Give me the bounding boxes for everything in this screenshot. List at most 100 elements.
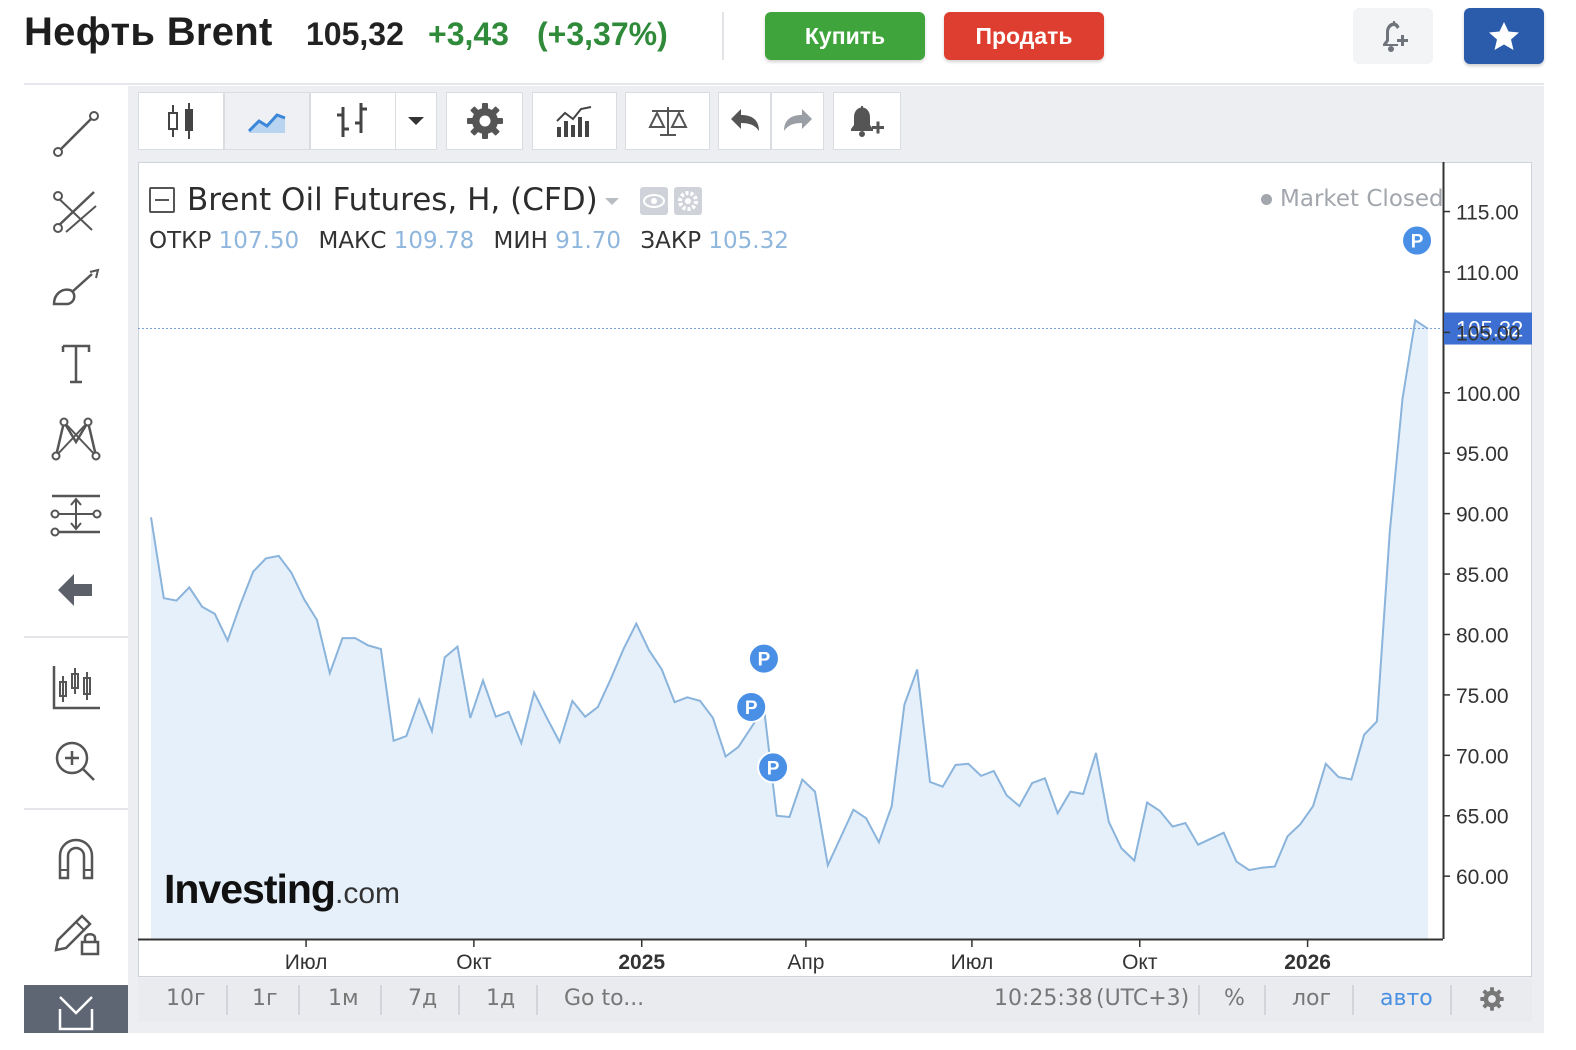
event-marker-label: P (758, 650, 771, 671)
brush-icon (52, 268, 100, 306)
range-1m-button[interactable]: 1м (328, 986, 359, 1011)
lock-drawing-tool[interactable] (46, 904, 106, 964)
compare-button[interactable] (625, 92, 710, 150)
chart-settings-button[interactable] (446, 92, 523, 150)
indicators-tool[interactable] (46, 656, 106, 716)
investing-logo: Investing.com (164, 866, 400, 913)
chart-type-bars-button[interactable] (310, 92, 396, 150)
instrument-header: Нефть Brent 105,32 +3,43 (+3,37%) Купить… (0, 0, 1576, 84)
redo-button[interactable] (771, 92, 824, 150)
bottom-divider (226, 985, 228, 1015)
price-chart[interactable]: 105.32 60.00 65.00 70.00 75.00 80.00 85.00 90.0… (138, 162, 1532, 977)
buy-button[interactable]: Купить (765, 12, 925, 60)
pattern-tool[interactable] (46, 408, 106, 468)
remove-drawings-button[interactable] (46, 560, 106, 620)
log-scale-button[interactable]: лог (1292, 986, 1331, 1011)
header-divider (722, 12, 724, 60)
market-status: Market Closed (1261, 186, 1444, 212)
indicators-icon (555, 106, 591, 137)
timezone-button[interactable]: (UTC+3) (1096, 986, 1189, 1011)
range-1y-button[interactable]: 1г (252, 986, 278, 1011)
last-price: 105,32 (306, 16, 404, 52)
toolbar-dock[interactable] (24, 985, 128, 1033)
y-tick-label: 105.00 (1456, 322, 1520, 345)
close-label: ЗАКР (640, 228, 702, 254)
measure-icon (50, 494, 102, 537)
high-label: МАКС (318, 228, 387, 254)
y-tick-label: 90.00 (1456, 504, 1509, 527)
measure-tool[interactable] (46, 484, 106, 544)
bottom-divider (1198, 985, 1200, 1015)
clock-time: 10:25:38 (994, 986, 1093, 1011)
y-tick-label: 80.00 (1456, 624, 1509, 647)
bottom-divider (1264, 985, 1266, 1015)
brush-tool[interactable] (46, 258, 106, 318)
percent-scale-button[interactable]: % (1224, 986, 1245, 1011)
indicators-button[interactable] (532, 92, 617, 150)
legend-dropdown-icon[interactable] (605, 198, 619, 205)
ohlc-readout: ОТКР 107.50 МАКС 109.78 МИН 91.70 ЗАКР 1… (149, 228, 801, 254)
y-tick-label: 65.00 (1456, 806, 1509, 829)
star-icon (1489, 22, 1519, 50)
bottom-divider (1352, 985, 1354, 1015)
add-alert-button[interactable] (1353, 8, 1433, 64)
settings-icon (466, 103, 503, 139)
price-area-fill (151, 320, 1428, 939)
bottom-settings-button[interactable] (1479, 986, 1505, 1017)
gear-icon (1480, 987, 1504, 1011)
auto-scale-button[interactable]: авто (1380, 986, 1433, 1011)
trend-line-icon (53, 111, 99, 157)
range-7d-button[interactable]: 7д (408, 986, 437, 1011)
dock-icon (58, 996, 94, 1031)
open-label: ОТКР (149, 228, 212, 254)
zoom-in-tool[interactable] (46, 730, 106, 790)
range-1d-button[interactable]: 1д (486, 986, 515, 1011)
y-tick-label: 100.00 (1456, 383, 1520, 406)
bell-plus-icon (1383, 21, 1408, 52)
x-tick-label: Июл (285, 951, 328, 974)
x-tick-label: 2025 (618, 951, 665, 974)
range-10y-button[interactable]: 10г (166, 986, 206, 1011)
y-tick-label: 70.00 (1456, 745, 1509, 768)
lock-drawing-icon (54, 914, 100, 956)
y-tick-label: 60.00 (1456, 866, 1509, 889)
y-tick-label: 110.00 (1456, 262, 1519, 285)
x-tick-label: Июл (951, 951, 994, 974)
chart-type-candles-button[interactable] (138, 92, 224, 150)
event-marker-label: P (1411, 232, 1424, 253)
eye-icon[interactable] (640, 187, 668, 215)
low-value: 91.70 (555, 228, 622, 254)
event-marker-label: P (767, 758, 780, 779)
sell-button[interactable]: Продать (944, 12, 1104, 60)
undo-button[interactable] (718, 92, 771, 150)
x-tick-label: Окт (456, 951, 492, 974)
text-icon (61, 344, 91, 384)
magnet-tool[interactable] (46, 828, 106, 888)
fib-tool[interactable] (46, 182, 106, 242)
redo-icon (783, 109, 812, 131)
y-tick-label: 115.00 (1456, 202, 1519, 225)
header-bottom-border (24, 83, 1544, 85)
go-to-date-button[interactable]: Go to... (564, 986, 644, 1011)
trend-line-tool[interactable] (46, 104, 106, 164)
y-tick-label: 75.00 (1456, 685, 1509, 708)
indicators-icon (52, 666, 100, 710)
status-dot (1261, 194, 1272, 205)
logo-brand: Investing (164, 866, 336, 912)
bottom-divider (458, 985, 460, 1015)
gear-icon[interactable] (674, 187, 702, 215)
collapse-legend-toggle[interactable] (149, 187, 175, 213)
text-tool[interactable] (46, 334, 106, 394)
toolbar-divider (24, 808, 128, 810)
dropdown-icon (408, 117, 424, 125)
add-alert-chart-button[interactable] (833, 92, 901, 150)
favorite-button[interactable] (1464, 8, 1544, 64)
high-value: 109.78 (393, 228, 475, 254)
bottom-divider (1450, 985, 1452, 1015)
add-alert-icon (851, 106, 884, 137)
logo-suffix: .com (334, 877, 400, 910)
chart-type-area-button[interactable] (224, 92, 310, 150)
chart-type-dropdown[interactable] (395, 92, 437, 150)
event-marker-label: P (745, 698, 758, 719)
bottom-divider (380, 985, 382, 1015)
